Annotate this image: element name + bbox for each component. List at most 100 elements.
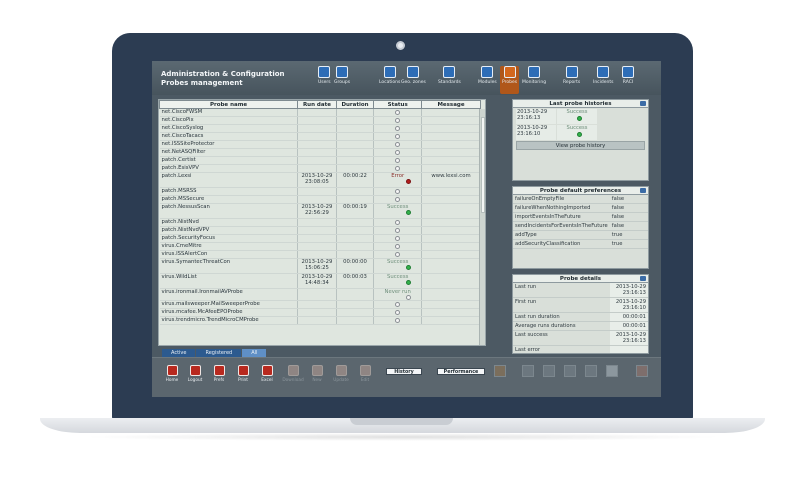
tab-active[interactable]: Active [162, 349, 196, 357]
table-row[interactable]: patch.NessusScan 2013-10-29 22:56:29 00:00… [159, 203, 481, 219]
nav-modules[interactable]: Modules [478, 66, 497, 94]
panel-menu-icon[interactable] [640, 188, 646, 193]
col-duration[interactable]: Duration [335, 100, 375, 109]
kv-row[interactable]: Last run duration 00:00:01 [513, 312, 648, 322]
col-run-date[interactable]: Run date [297, 100, 337, 109]
table-row[interactable]: virus.mcafee.McAfeeEPOProbe [159, 308, 481, 317]
error-dot-icon [406, 179, 412, 184]
nav-users[interactable]: Users [318, 66, 331, 94]
table-row[interactable]: net.CiscoPix [159, 116, 481, 125]
nav-locations[interactable]: Locations [379, 66, 400, 94]
modules-icon [481, 66, 494, 78]
kv-row[interactable]: Last run 2013-10-29 23:16:13 [513, 283, 648, 298]
kv-row[interactable]: importEventsInTheFuture false [513, 212, 648, 222]
kv-row[interactable]: failureOnEmptyFile false [513, 195, 648, 204]
col-message[interactable]: Message [421, 100, 481, 109]
probe-name-cell: net.ISSSiteProtector [159, 140, 299, 149]
status-dot-icon [395, 220, 401, 225]
download-button[interactable]: Download [282, 365, 304, 383]
col-probe-name[interactable]: Probe name [159, 100, 299, 109]
panel-menu-icon[interactable] [640, 101, 646, 106]
performance-button[interactable]: Performance [437, 368, 485, 375]
edit-button[interactable]: Edit [355, 365, 375, 383]
table-row[interactable]: virus.WildList 2013-10-29 14:48:34 00:00:0… [159, 273, 481, 289]
view-probe-history-button[interactable]: View probe history [516, 141, 645, 150]
nav-monitoring[interactable]: Monitoring [522, 66, 546, 94]
table-row[interactable]: patch.Lexsi 2013-10-29 23:08:05 00:00:22 Er… [159, 172, 481, 188]
message-cell [421, 148, 481, 157]
status-dot-icon [395, 134, 401, 139]
app-header: Administration & Configuration Probes ma… [152, 61, 661, 95]
col-status[interactable]: Status [373, 100, 423, 109]
kv-row[interactable]: addSecurityClassification true [513, 239, 648, 249]
history-button[interactable]: History [386, 368, 422, 375]
kv-row[interactable]: Last error [513, 345, 648, 353]
footer-button-label: Home [165, 378, 179, 383]
table-row[interactable]: patch.Certist [159, 156, 481, 165]
preferences-title: Probe default preferences [539, 188, 622, 194]
table-row[interactable]: net.CiscoFWSM [159, 108, 481, 117]
panel-menu-icon[interactable] [640, 276, 646, 281]
excel-button[interactable]: Excel [257, 365, 277, 383]
kv-row[interactable]: failureWhenNothingImported false [513, 203, 648, 213]
kv-row[interactable]: addType true [513, 230, 648, 240]
nav-label: Users [318, 80, 331, 85]
keyboard-icon[interactable] [606, 365, 618, 377]
table-row[interactable]: virus.CmeMitre [159, 242, 481, 251]
history-row[interactable]: 2013-10-29 23:16:10 Success [516, 125, 645, 140]
kv-row[interactable]: sendIncidentsForEventsInTheFuture false [513, 221, 648, 231]
table-scrollbar[interactable] [479, 109, 485, 345]
table-row[interactable]: patch.NistNvd [159, 218, 481, 227]
tab-all[interactable]: All [242, 349, 267, 357]
table-row[interactable]: virus.ironmail.IronmailAVProbe Never run [159, 288, 481, 301]
table-row[interactable]: virus.ISSAlertCon [159, 250, 481, 259]
footer-button-label: Update [333, 378, 349, 383]
nav-probes[interactable]: Probes [500, 66, 520, 94]
home-button[interactable]: Home [162, 365, 182, 383]
print-button[interactable]: Print [233, 365, 253, 383]
table-row[interactable]: patch.NistNvdVPV [159, 226, 481, 235]
logout-button[interactable]: Logout [185, 365, 205, 383]
kv-key: addType [513, 230, 610, 240]
toolbar-slot-icon [564, 365, 576, 377]
table-row[interactable]: net.CiscoTacacs [159, 132, 481, 141]
footer-button-label: Excel [261, 378, 273, 383]
grid-view-icon[interactable] [494, 365, 506, 377]
filter-tabs: Active Registered All [162, 349, 267, 357]
trash-icon[interactable] [636, 365, 648, 377]
table-row[interactable]: net.CiscoSyslog [159, 124, 481, 133]
kv-row[interactable]: Average runs durations 00:00:01 [513, 321, 648, 331]
kv-row[interactable]: First run 2013-10-29 23:16:10 [513, 297, 648, 313]
scrollbar-thumb[interactable] [481, 117, 485, 213]
nav-raci[interactable]: RACI [622, 66, 634, 94]
duration-cell [336, 300, 375, 309]
table-row[interactable]: virus.SymantecThreatCon 2013-10-29 15:06:… [159, 258, 481, 274]
status-dot-icon [395, 310, 401, 315]
new-button[interactable]: New [307, 365, 327, 383]
table-row[interactable]: net.NetASQFilter [159, 148, 481, 157]
kv-key: importEventsInTheFuture [513, 212, 610, 222]
table-row[interactable]: patch.SecurityFocus [159, 234, 481, 243]
prefs-button[interactable]: Prefs [209, 365, 229, 383]
nav-incidents[interactable]: Incidents [593, 66, 614, 94]
kv-row[interactable]: Last success 2013-10-29 23:16:13 [513, 330, 648, 346]
status-dot-icon [395, 142, 401, 147]
update-button[interactable]: Update [331, 365, 351, 383]
geo-zones-icon [407, 66, 420, 78]
duration-cell [336, 124, 375, 133]
run-date-cell [297, 250, 337, 259]
nav-groups[interactable]: Groups [334, 66, 350, 94]
nav-standards[interactable]: Standards [438, 66, 461, 94]
nav-reports[interactable]: Reports [563, 66, 580, 94]
tab-registered[interactable]: Registered [196, 349, 242, 357]
table-row[interactable]: net.ISSSiteProtector [159, 140, 481, 149]
table-row[interactable]: patch.MSSecure [159, 195, 481, 204]
kv-value: false [609, 221, 648, 231]
nav-geo-zones[interactable]: Geo. zones [401, 66, 426, 94]
table-row[interactable]: virus.mailsweeper.MailSweeperProbe [159, 300, 481, 309]
footer-button-label: Prefs [213, 378, 225, 383]
table-row[interactable]: virus.trendmicro.TrendMicroCMProbe [159, 316, 481, 325]
table-row[interactable]: patch.MSRSS [159, 187, 481, 196]
table-row[interactable]: patch.EsisVPV [159, 164, 481, 173]
history-row[interactable]: 2013-10-29 23:16:13 Success [516, 109, 645, 124]
